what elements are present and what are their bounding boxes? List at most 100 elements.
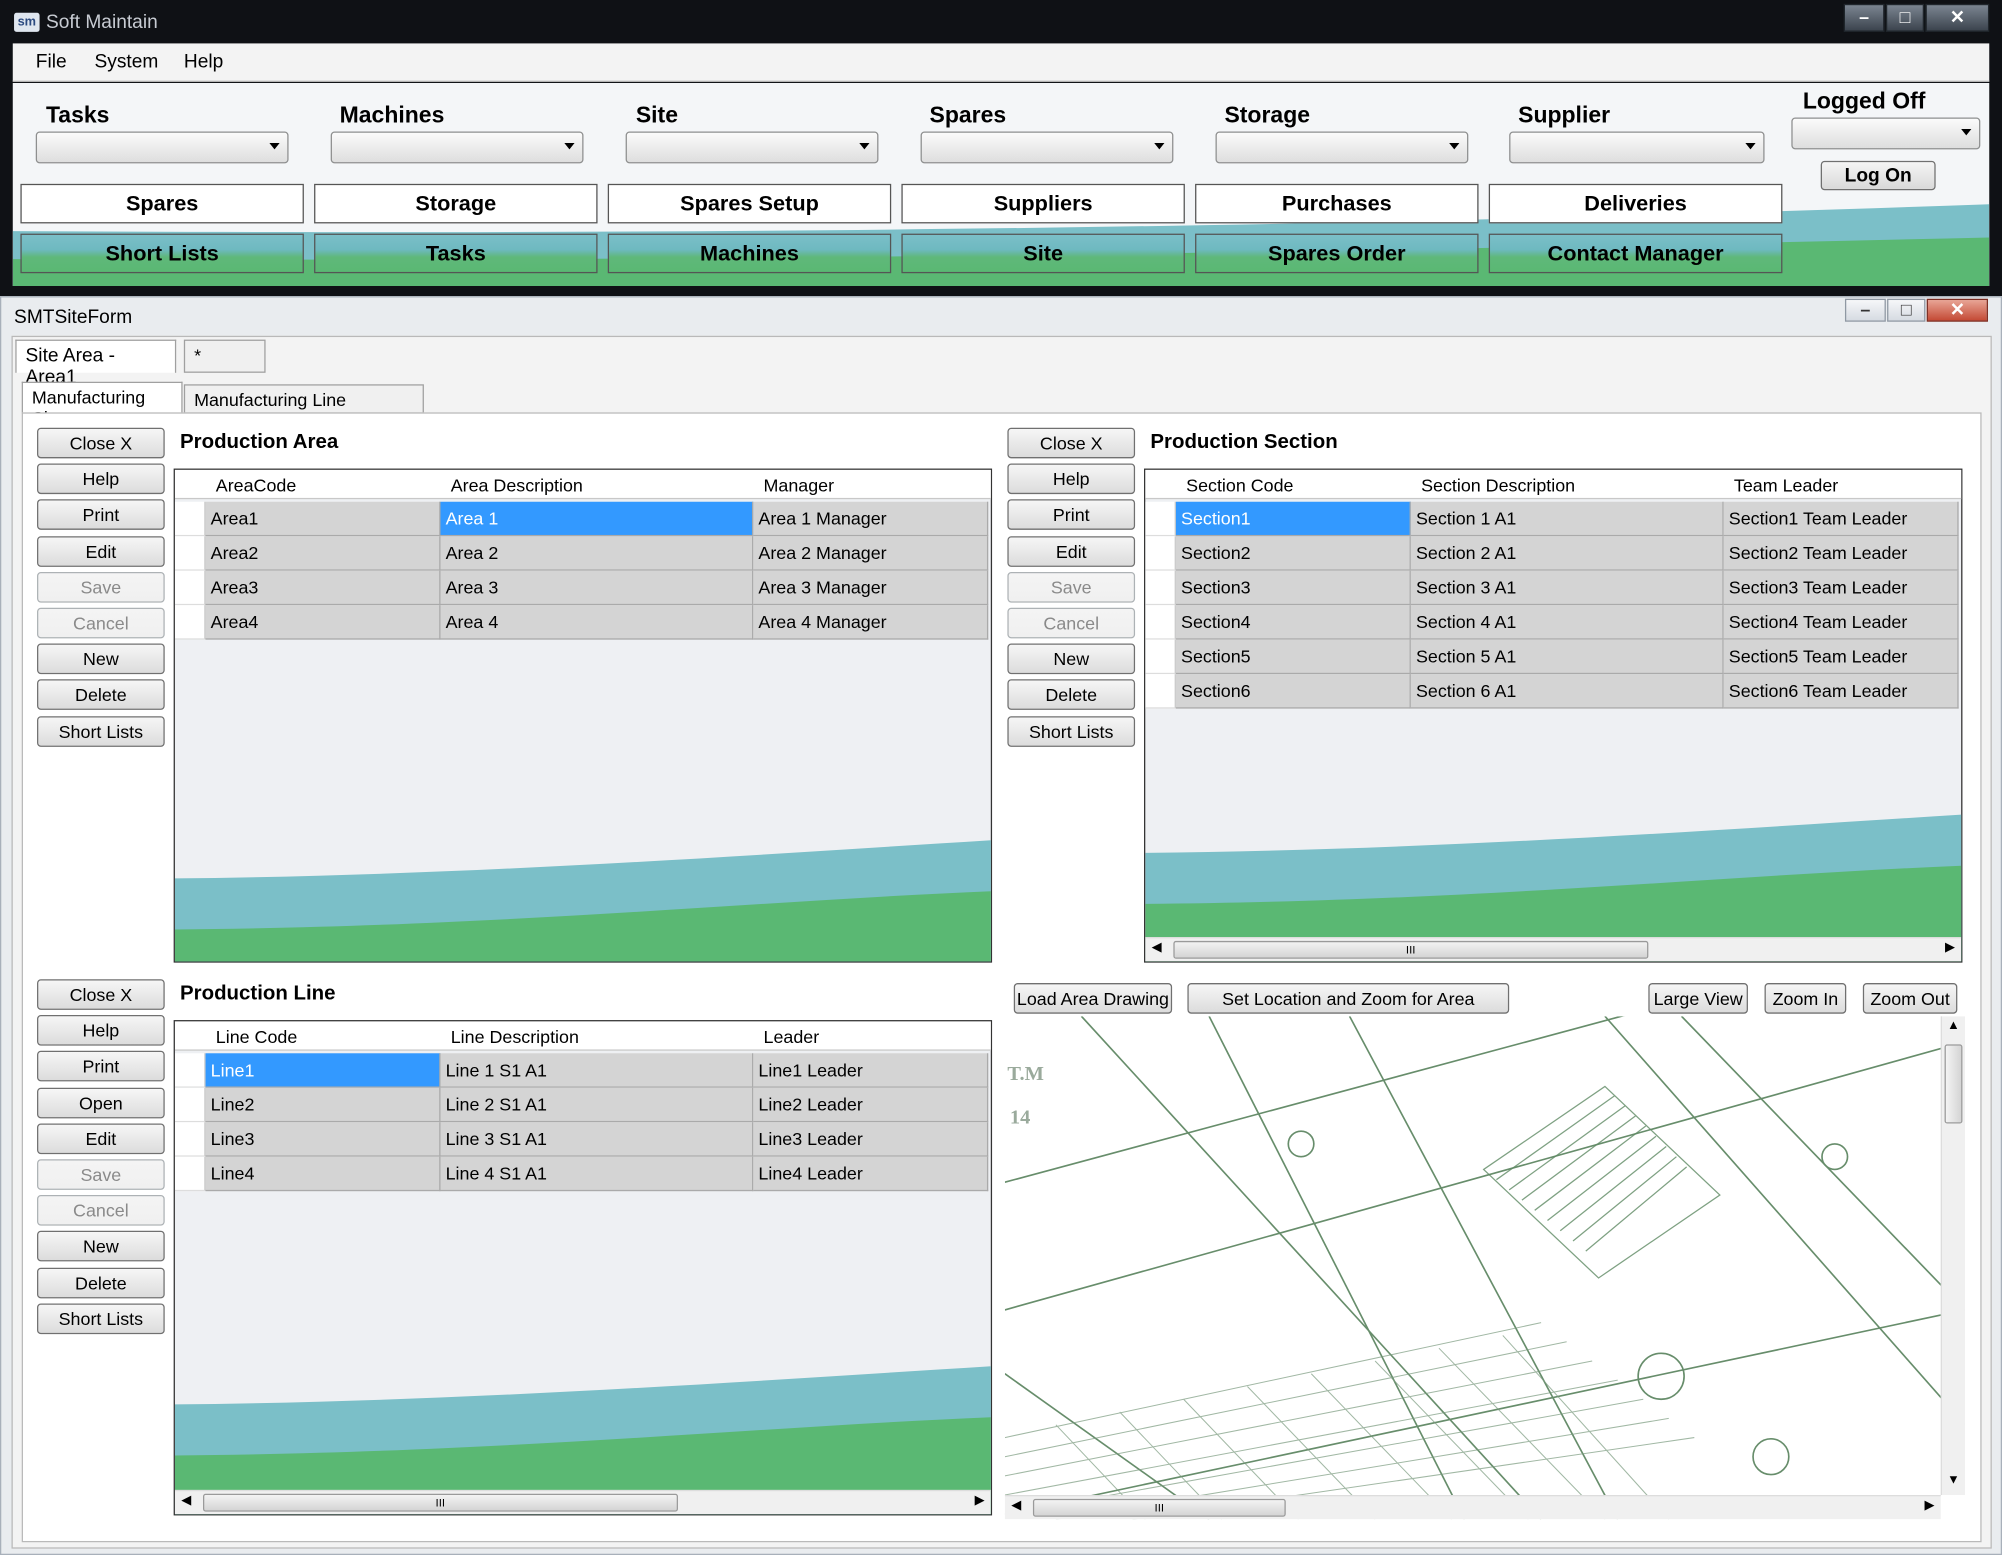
column-header-section-code[interactable]: Section Code [1186,475,1293,495]
section-print-button[interactable]: Print [1007,499,1136,531]
site-dropdown[interactable] [625,131,879,164]
scroll-right-icon[interactable]: ▶ [1925,1499,1935,1513]
nav-contact-manager-button[interactable]: Contact Manager [1488,233,1783,274]
line-cancel-button[interactable]: Cancel [37,1195,165,1226]
line-new-button[interactable]: New [37,1231,165,1262]
table-row[interactable]: Line3 Line 3 S1 A1 Line3 Leader [174,1122,991,1157]
table-cell[interactable]: Section 1 A1 [1410,501,1724,537]
drawing-vscroll-thumb[interactable] [1944,1044,1963,1124]
large-view-button[interactable]: Large View [1648,983,1748,1014]
row-header[interactable] [174,536,206,571]
nav-purchases-button[interactable]: Purchases [1195,183,1479,224]
area-help-button[interactable]: Help [37,463,165,495]
table-cell[interactable]: Area1 [205,501,441,537]
line-print-button[interactable]: Print [37,1051,165,1082]
section-close-x-button[interactable]: Close X [1007,427,1136,459]
table-row[interactable]: Area4 Area 4 Area 4 Manager [174,605,991,640]
minimize-icon[interactable]: – [1843,3,1885,32]
line-delete-button[interactable]: Delete [37,1267,165,1298]
table-cell[interactable]: Line1 [205,1053,441,1088]
nav-machines-button[interactable]: Machines [607,233,892,274]
column-header-manager[interactable]: Manager [764,475,835,495]
drawing-hscroll-thumb[interactable]: III [1032,1498,1286,1517]
table-cell[interactable]: Line3 [205,1122,441,1157]
section-help-button[interactable]: Help [1007,463,1136,495]
minimize-icon[interactable]: – [1844,298,1886,322]
column-header-section-description[interactable]: Section Description [1421,475,1575,495]
row-header[interactable] [1145,674,1176,709]
grid-hscroll-thumb[interactable]: III [203,1493,678,1512]
menu-file[interactable]: File [36,51,67,73]
table-cell[interactable]: Section 3 A1 [1410,570,1724,606]
line-save-button[interactable]: Save [37,1159,165,1190]
tab-manufacturing-line-operations[interactable]: Manufacturing Line Operations [183,384,424,430]
table-row[interactable]: Area2 Area 2 Area 2 Manager [174,536,991,571]
table-row[interactable]: Line2 Line 2 S1 A1 Line2 Leader [174,1087,991,1123]
row-header[interactable] [174,1156,206,1192]
row-header[interactable] [1145,605,1176,640]
section-new-button[interactable]: New [1007,643,1136,675]
table-cell[interactable]: Section 6 A1 [1410,674,1724,709]
column-header-line-description[interactable]: Line Description [451,1026,579,1046]
area-print-button[interactable]: Print [37,499,165,531]
row-header[interactable] [174,570,206,606]
area-save-button[interactable]: Save [37,571,165,603]
table-cell[interactable]: Section2 Team Leader [1723,536,1959,571]
table-row[interactable]: Section2 Section 2 A1 Section2 Team Leader [1145,536,1961,571]
table-row[interactable]: Line4 Line 4 S1 A1 Line4 Leader [174,1156,991,1192]
load-area-drawing-button[interactable]: Load Area Drawing [1013,983,1173,1014]
row-header[interactable] [174,501,206,537]
row-header[interactable] [174,605,206,640]
zoom-in-button[interactable]: Zoom In [1764,983,1847,1014]
scroll-right-icon[interactable]: ▶ [1945,941,1955,955]
table-cell[interactable]: Section3 [1175,570,1411,606]
column-header-line-code[interactable]: Line Code [216,1026,297,1046]
area-close-x-button[interactable]: Close X [37,427,165,459]
scroll-down-icon[interactable]: ▼ [1947,1473,1960,1487]
table-cell[interactable]: Line 2 S1 A1 [440,1087,754,1123]
table-cell[interactable]: Section 2 A1 [1410,536,1724,571]
section-save-button[interactable]: Save [1007,571,1136,603]
row-header[interactable] [1145,639,1176,675]
storage-dropdown[interactable] [1215,131,1469,164]
tab-new[interactable]: * [183,339,266,373]
area-short-lists-button[interactable]: Short Lists [37,715,165,747]
table-cell[interactable]: Line4 Leader [753,1156,989,1192]
table-cell[interactable]: Area 3 Manager [753,570,989,606]
line-close-x-button[interactable]: Close X [37,979,165,1010]
nav-short-lists-button[interactable]: Short Lists [20,233,304,274]
grid-hscroll-thumb[interactable]: III [1173,940,1649,959]
line-edit-button[interactable]: Edit [37,1123,165,1154]
column-header-team-leader[interactable]: Team Leader [1734,475,1838,495]
zoom-out-button[interactable]: Zoom Out [1862,983,1958,1014]
table-cell[interactable]: Section3 Team Leader [1723,570,1959,606]
table-cell[interactable]: Section4 Team Leader [1723,605,1959,640]
table-cell[interactable]: Line2 Leader [753,1087,989,1123]
nav-suppliers-button[interactable]: Suppliers [901,183,1185,224]
scroll-left-icon[interactable]: ◀ [181,1494,191,1508]
table-cell[interactable]: Area 2 Manager [753,536,989,571]
menu-system[interactable]: System [94,51,158,73]
nav-site-button[interactable]: Site [901,233,1185,274]
menu-help[interactable]: Help [184,51,223,73]
table-row[interactable]: Section4 Section 4 A1 Section4 Team Leader [1145,605,1961,640]
row-header[interactable] [1145,501,1176,537]
table-cell[interactable]: Section5 Team Leader [1723,639,1959,675]
table-cell[interactable]: Section 4 A1 [1410,605,1724,640]
row-header[interactable] [174,1053,206,1088]
table-row[interactable]: Section1 Section 1 A1 Section1 Team Leader [1145,501,1961,537]
table-cell[interactable]: Section1 Team Leader [1723,501,1959,537]
table-row[interactable]: Section5 Section 5 A1 Section5 Team Leader [1145,639,1961,675]
drawing-vertical-scrollbar[interactable]: ▲ ▼ [1940,1016,1965,1496]
area-drawing-viewer[interactable]: T.M 14 ▲ ▼ ◀ III ▶ [1004,1016,1965,1520]
table-cell[interactable]: Line4 [205,1156,441,1192]
nav-tasks-button[interactable]: Tasks [314,233,598,274]
table-cell[interactable]: Area3 [205,570,441,606]
area-edit-button[interactable]: Edit [37,535,165,567]
table-cell[interactable]: Area 2 [440,536,754,571]
section-cancel-button[interactable]: Cancel [1007,607,1136,639]
table-cell[interactable]: Line2 [205,1087,441,1123]
nav-spares-button[interactable]: Spares [20,183,304,224]
nav-deliveries-button[interactable]: Deliveries [1488,183,1783,224]
table-row[interactable]: Section6 Section 6 A1 Section6 Team Leader [1145,674,1961,709]
